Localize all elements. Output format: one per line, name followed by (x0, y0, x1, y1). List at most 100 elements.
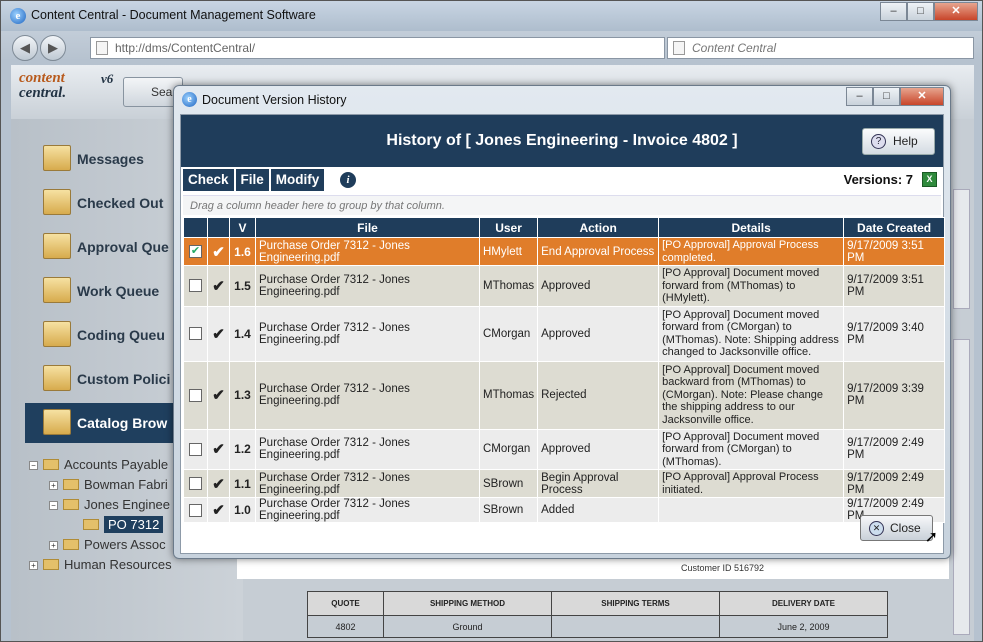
file-cell[interactable]: Purchase Order 7312 - Jones Engineering.… (255, 305, 480, 362)
folder-icon (63, 479, 79, 490)
checkbox[interactable] (189, 477, 202, 490)
table-row[interactable]: ✔ ✔ 1.6 Purchase Order 7312 - Jones Enginee… (183, 237, 945, 266)
column-header-file[interactable]: File (255, 217, 480, 238)
dialog-maximize-button[interactable]: □ (873, 87, 900, 106)
dialog-title-bar: e Document Version History (182, 90, 347, 110)
column-header-v[interactable]: V (229, 217, 256, 238)
search-field[interactable]: Content Central (667, 37, 974, 59)
menu-check[interactable]: Check (183, 169, 234, 191)
maximize-button[interactable]: □ (907, 2, 934, 21)
tree-node-human-resources[interactable]: + Human Resources (29, 557, 172, 572)
close-window-button[interactable]: ✕ (934, 2, 978, 21)
action-cell: Begin Approval Process (537, 469, 660, 498)
column-header[interactable] (183, 217, 208, 238)
dialog-minimize-button[interactable]: – (846, 87, 873, 106)
info-icon[interactable]: i (340, 172, 356, 188)
file-cell[interactable]: Purchase Order 7312 - Jones Engineering.… (255, 265, 480, 307)
row-checkbox[interactable] (183, 265, 208, 307)
quote-header: SHIPPING TERMS (551, 591, 720, 616)
date-cell: 9/17/2009 3:39 PM (843, 360, 945, 430)
row-checkbox[interactable] (183, 360, 208, 430)
tree-node-jones[interactable]: − Jones Enginee (49, 497, 170, 512)
table-row[interactable]: ✔ 1.5 Purchase Order 7312 - Jones Engineer… (183, 265, 945, 307)
menu-modify[interactable]: Modify (270, 169, 325, 191)
collapse-icon[interactable]: − (29, 461, 38, 470)
checkbox[interactable] (189, 503, 202, 517)
menu-file[interactable]: File (235, 169, 269, 191)
column-header-user[interactable]: User (478, 217, 539, 238)
action-cell: Approved (537, 265, 660, 307)
folder-clock-icon (43, 233, 71, 259)
row-checkbox[interactable] (183, 305, 208, 362)
checkbox[interactable] (189, 327, 202, 340)
table-row[interactable]: ✔ 1.4 Purchase Order 7312 - Jones Engineer… (183, 305, 945, 362)
row-checkbox[interactable] (183, 428, 208, 470)
scrollbar[interactable] (953, 189, 970, 309)
tree-node-powers[interactable]: + Powers Assoc (49, 537, 166, 552)
scrollbar[interactable] (953, 339, 970, 635)
checkbox[interactable] (189, 279, 202, 293)
window-title: Content Central - Document Management So… (31, 8, 316, 22)
close-button[interactable]: ✕ Close ➚ (860, 515, 938, 546)
date-cell: 9/17/2009 2:49 PM (843, 469, 945, 498)
action-cell: Added (537, 497, 660, 523)
user-cell: MThomas (478, 265, 539, 307)
details-cell: [PO Approval] Document moved forward fro… (658, 428, 845, 470)
quote-table: QUOTE SHIPPING METHOD SHIPPING TERMS DEL… (307, 591, 888, 638)
user-cell: HMylett (478, 237, 539, 266)
checkbox[interactable] (189, 442, 202, 456)
column-header-details[interactable]: Details (658, 217, 845, 238)
action-cell: Approved (537, 305, 660, 362)
tree-node-bowman[interactable]: + Bowman Fabri (49, 477, 168, 492)
date-cell: 9/17/2009 3:40 PM (843, 305, 945, 362)
quote-header: SHIPPING METHOD (383, 591, 552, 616)
dialog-header: History of [ Jones Engineering - Invoice… (181, 115, 943, 167)
details-cell: [PO Approval] Approval Process completed… (658, 237, 845, 266)
folder-icon (63, 539, 79, 550)
row-checkbox[interactable] (183, 497, 208, 523)
file-cell[interactable]: Purchase Order 7312 - Jones Engineering.… (255, 360, 480, 430)
date-cell: 9/17/2009 3:51 PM (843, 265, 945, 307)
table-row[interactable]: ✔ 1.1 Purchase Order 7312 - Jones Engineer… (183, 469, 945, 498)
back-button[interactable]: ◀ (12, 35, 38, 61)
folder-icon (43, 559, 59, 570)
folder-icon (43, 189, 71, 215)
version-cell: 1.4 (229, 305, 256, 362)
expand-icon[interactable]: + (49, 481, 58, 490)
file-cell[interactable]: Purchase Order 7312 - Jones Engineering.… (255, 237, 480, 266)
date-cell: 9/17/2009 3:51 PM (843, 237, 945, 266)
checkbox[interactable]: ✔ (189, 245, 202, 258)
tree-node-accounts-payable[interactable]: − Accounts Payable (29, 457, 168, 472)
details-cell: [PO Approval] Document moved forward fro… (658, 265, 845, 307)
table-row[interactable]: ✔ 1.0 Purchase Order 7312 - Jones Engineer… (183, 497, 945, 523)
minimize-button[interactable]: – (880, 2, 907, 21)
column-header-action[interactable]: Action (537, 217, 660, 238)
close-circle-icon: ✕ (869, 521, 884, 536)
file-cell[interactable]: Purchase Order 7312 - Jones Engineering.… (255, 497, 480, 523)
version-cell: 1.0 (229, 497, 256, 523)
forward-button[interactable]: ▶ (40, 35, 66, 61)
expand-icon[interactable]: + (29, 561, 38, 570)
catalog-icon (43, 409, 71, 435)
page-icon (96, 41, 108, 55)
ie-logo-icon: e (10, 8, 26, 24)
dialog-close-x-button[interactable]: ✕ (900, 87, 944, 106)
url-field[interactable]: http://dms/ContentCentral/ (90, 37, 665, 59)
approved-check-icon: ✔ (207, 428, 230, 470)
column-header[interactable] (207, 217, 230, 238)
version-cell: 1.6 (229, 237, 256, 266)
folder-icon (43, 277, 71, 303)
file-cell[interactable]: Purchase Order 7312 - Jones Engineering.… (255, 428, 480, 470)
file-cell[interactable]: Purchase Order 7312 - Jones Engineering.… (255, 469, 480, 498)
excel-export-icon[interactable]: X (922, 172, 937, 187)
expand-icon[interactable]: + (49, 541, 58, 550)
checkbox[interactable] (189, 388, 202, 402)
row-checkbox[interactable]: ✔ (183, 237, 208, 266)
collapse-icon[interactable]: − (49, 501, 58, 510)
help-button[interactable]: ? Help (862, 128, 935, 155)
tree-node-po-7312[interactable]: PO 7312 (83, 516, 164, 533)
column-header-date[interactable]: Date Created (843, 217, 945, 238)
table-row[interactable]: ✔ 1.2 Purchase Order 7312 - Jones Engineer… (183, 428, 945, 470)
row-checkbox[interactable] (183, 469, 208, 498)
table-row[interactable]: ✔ 1.3 Purchase Order 7312 - Jones Engineer… (183, 360, 945, 430)
